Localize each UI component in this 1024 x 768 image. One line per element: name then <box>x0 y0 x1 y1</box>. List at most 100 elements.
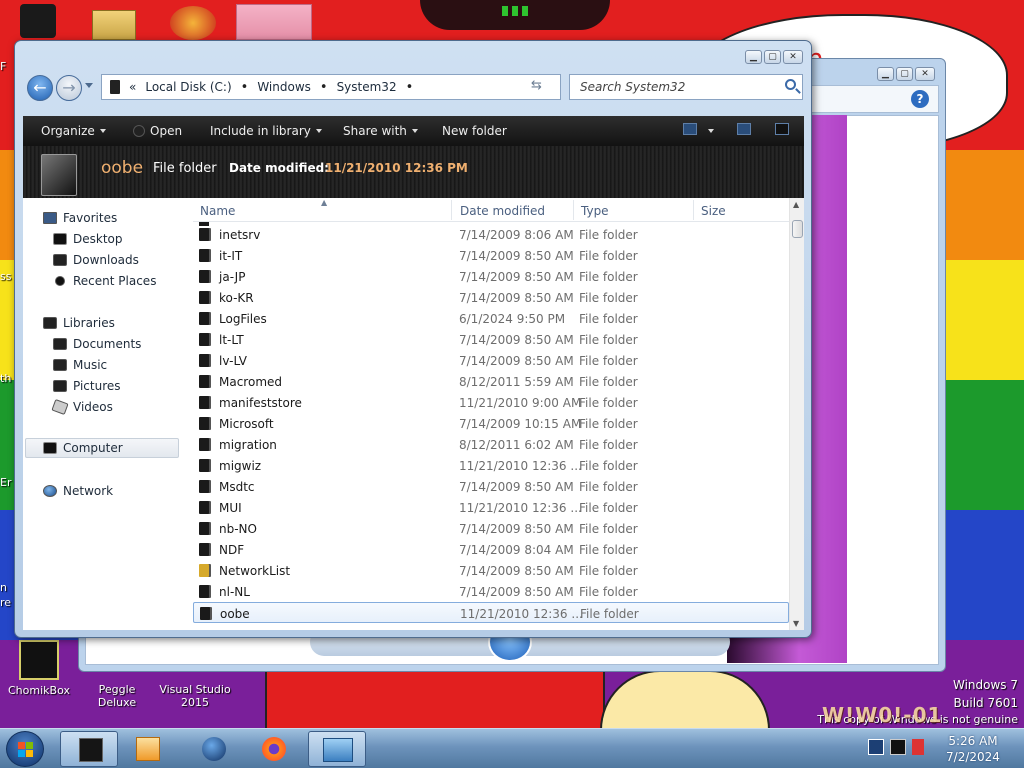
recent-places-icon <box>55 276 65 286</box>
sidebar-item-music[interactable]: Music <box>53 355 107 375</box>
minimize-button[interactable]: ▁ <box>877 67 894 81</box>
taskbar-firefox[interactable] <box>244 731 302 767</box>
table-row[interactable]: Msdtc 7/14/2009 8:50 AM File folder <box>193 476 789 497</box>
table-row[interactable]: inetsrv 7/14/2009 8:06 AM File folder <box>193 224 789 245</box>
column-date-modified[interactable]: Date modified <box>460 204 545 218</box>
refresh-icon[interactable]: ⇆ <box>531 78 542 93</box>
file-type: File folder <box>580 607 639 621</box>
desktop-icon-visual-studio[interactable]: Visual Studio 2015 <box>156 683 234 709</box>
table-row[interactable]: nb-NO 7/14/2009 8:50 AM File folder <box>193 518 789 539</box>
folder-icon <box>199 312 209 325</box>
watermark-windows7: Windows 7 <box>952 678 1018 692</box>
table-row[interactable]: MUI 11/21/2010 12:36 ... File folder <box>193 497 789 518</box>
include-in-library-button[interactable]: Include in library <box>210 124 322 138</box>
view-options-dropdown[interactable] <box>703 124 714 138</box>
taskbar-ie[interactable] <box>184 731 242 767</box>
vertical-scrollbar[interactable]: ▲ ▼ <box>789 198 804 630</box>
table-row[interactable]: oobe 11/21/2010 12:36 ... File folder <box>193 602 789 623</box>
tray-shield-icon[interactable] <box>868 739 884 755</box>
search-input[interactable]: Search System32 <box>569 74 803 100</box>
table-row[interactable]: NDF 7/14/2009 8:04 AM File folder <box>193 539 789 560</box>
breadcrumb-separator[interactable]: • <box>320 80 328 95</box>
open-button[interactable]: Open <box>133 124 182 138</box>
system-clock[interactable]: 5:26 AM 7/2/2024 <box>938 733 1008 765</box>
breadcrumb-windows[interactable]: Windows <box>257 80 311 94</box>
sidebar-item-pictures[interactable]: Pictures <box>53 376 121 396</box>
table-row[interactable]: lt-LT 7/14/2009 8:50 AM File folder <box>193 329 789 350</box>
forward-button[interactable]: → <box>56 75 82 101</box>
taskbar-media-player[interactable] <box>118 731 176 767</box>
breadcrumb-system32[interactable]: System32 <box>337 80 397 94</box>
sidebar-item-network[interactable]: Network <box>43 481 113 501</box>
table-row[interactable]: Macromed 8/12/2011 5:59 AM File folder <box>193 371 789 392</box>
recent-pages-dropdown[interactable] <box>85 83 93 88</box>
explorer-window[interactable]: ▁ ▢ ✕ ← → « Local Disk (C:) • Windows • … <box>14 40 812 638</box>
sidebar-item-label: Pictures <box>73 379 121 393</box>
sidebar-item-downloads[interactable]: Downloads <box>53 250 139 270</box>
column-name[interactable]: Name <box>200 204 235 218</box>
taskbar-photo-viewer[interactable] <box>308 731 366 767</box>
back-button[interactable]: ← <box>27 75 53 101</box>
folder-icon <box>199 564 209 577</box>
table-row[interactable]: ja-JP 7/14/2009 8:50 AM File folder <box>193 266 789 287</box>
table-row[interactable]: nl-NL 7/14/2009 8:50 AM File folder <box>193 581 789 602</box>
search-icon[interactable] <box>785 79 796 90</box>
scrollbar-thumb[interactable] <box>792 220 803 238</box>
minimize-button[interactable]: ▁ <box>745 50 762 64</box>
folder-icon <box>199 522 209 535</box>
desktop-icon-peggle[interactable]: Peggle Deluxe <box>78 683 156 709</box>
help-icon[interactable]: ? <box>911 90 929 108</box>
column-size[interactable]: Size <box>701 204 726 218</box>
close-button[interactable]: ✕ <box>783 50 803 64</box>
file-type: File folder <box>579 585 638 599</box>
maximize-button[interactable]: ▢ <box>896 67 913 81</box>
desktop-icon-top-4[interactable] <box>236 4 312 40</box>
address-overflow[interactable]: « <box>129 80 136 94</box>
file-type: File folder <box>579 333 638 347</box>
table-row[interactable]: manifeststore 11/21/2010 9:00 AM File fold… <box>193 392 789 413</box>
table-row[interactable]: Microsoft 7/14/2009 10:15 AM File folder <box>193 413 789 434</box>
table-row[interactable]: ko-KR 7/14/2009 8:50 AM File folder <box>193 287 789 308</box>
tray-flag-icon[interactable] <box>912 739 924 755</box>
desktop-icon-top-2[interactable] <box>92 10 136 40</box>
table-row[interactable]: lv-LV 7/14/2009 8:50 AM File folder <box>193 350 789 371</box>
file-name: Microsoft <box>219 417 274 431</box>
maximize-button[interactable]: ▢ <box>764 50 781 64</box>
breadcrumb-separator[interactable]: • <box>241 80 249 95</box>
sidebar-item-favorites[interactable]: Favorites <box>43 208 117 228</box>
breadcrumb-separator[interactable]: • <box>406 80 414 95</box>
file-date-modified: 7/14/2009 8:50 AM <box>459 249 574 263</box>
file-date-modified: 8/12/2011 5:59 AM <box>459 375 574 389</box>
sidebar-item-recent-places[interactable]: Recent Places <box>53 271 156 291</box>
table-row[interactable]: migration 8/12/2011 6:02 AM File folder <box>193 434 789 455</box>
preview-pane-icon[interactable] <box>737 123 751 135</box>
clock-date: 7/2/2024 <box>946 750 1000 764</box>
scroll-up-icon[interactable]: ▲ <box>793 200 799 209</box>
close-button[interactable]: ✕ <box>915 67 935 81</box>
start-button[interactable] <box>6 731 44 767</box>
help-icon[interactable] <box>775 123 789 135</box>
sidebar-item-desktop[interactable]: Desktop <box>53 229 123 249</box>
sidebar-item-libraries[interactable]: Libraries <box>43 313 115 333</box>
sidebar-item-documents[interactable]: Documents <box>53 334 141 354</box>
change-view-icon[interactable] <box>683 123 697 135</box>
desktop-icon-chomikbox[interactable]: ChomikBox <box>0 640 78 697</box>
new-folder-button[interactable]: New folder <box>442 124 507 138</box>
sidebar-item-videos[interactable]: Videos <box>51 397 113 417</box>
column-type[interactable]: Type <box>581 204 609 218</box>
sidebar-item-computer[interactable]: Computer <box>25 438 179 458</box>
share-with-button[interactable]: Share with <box>343 124 418 138</box>
table-row[interactable]: LogFiles 6/1/2024 9:50 PM File folder <box>193 308 789 329</box>
breadcrumb-local-disk[interactable]: Local Disk (C:) <box>145 80 231 94</box>
table-row[interactable]: it-IT 7/14/2009 8:50 AM File folder <box>193 245 789 266</box>
file-date-modified: 7/14/2009 8:50 AM <box>459 480 574 494</box>
table-row[interactable]: migwiz 11/21/2010 12:36 ... File folder <box>193 455 789 476</box>
tray-network-icon[interactable] <box>890 739 906 755</box>
address-bar[interactable]: « Local Disk (C:) • Windows • System32 • <box>101 74 588 100</box>
desktop-icon-top-1[interactable] <box>20 4 56 38</box>
taskbar-explorer[interactable] <box>60 731 118 767</box>
table-row[interactable]: NetworkList 7/14/2009 8:50 AM File folder <box>193 560 789 581</box>
scroll-down-icon[interactable]: ▼ <box>793 619 799 628</box>
desktop-icon-top-3[interactable] <box>170 6 216 40</box>
organize-button[interactable]: Organize <box>41 124 106 138</box>
